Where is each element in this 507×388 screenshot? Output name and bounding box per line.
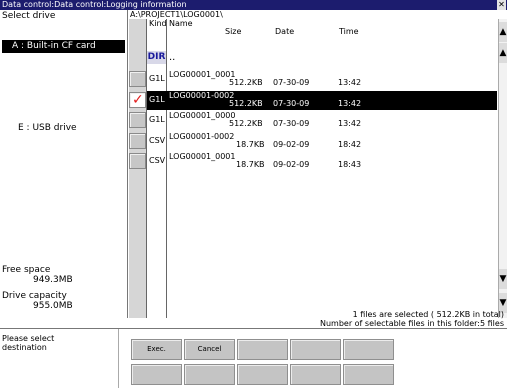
file-size: 18.7KB (236, 140, 265, 149)
selectable-files-summary: Number of selectable files in this folde… (319, 319, 504, 328)
page-up-icon[interactable]: ▲ (499, 43, 507, 63)
file-row[interactable]: G1L LOG00001_0000 512.2KB 07-30-09 13:42 (129, 111, 497, 130)
file-size: 18.7KB (236, 160, 265, 169)
drive-e-button[interactable]: E : USB drive (18, 123, 77, 133)
select-drive-label: Select drive (2, 11, 56, 21)
function-button-10[interactable] (343, 364, 394, 385)
file-name: LOG00001_0001 (169, 152, 236, 161)
file-date: 09-02-09 (273, 160, 310, 169)
file-list-scrollbar[interactable]: ▲ ▲ ▼ ▼ (498, 19, 507, 318)
page-down-icon[interactable]: ▼ (499, 269, 507, 289)
file-size: 512.2KB (229, 99, 263, 108)
function-button-7[interactable] (184, 364, 235, 385)
exec-button[interactable]: Exec. (131, 339, 182, 360)
function-button-3[interactable] (237, 339, 288, 360)
file-kind: CSV (149, 156, 166, 165)
file-checkbox[interactable] (129, 133, 146, 149)
file-name: LOG00001-0002 (169, 91, 235, 100)
title-bar: Data control:Data control:Logging inform… (0, 0, 507, 10)
drive-panel: Select drive A : Built-in CF card E : US… (0, 10, 128, 318)
file-row[interactable]: CSV LOG00001_0001 18.7KB 09-02-09 18:43 (129, 152, 497, 171)
file-name: LOG00001-0002 (169, 132, 235, 141)
file-kind: G1L (149, 115, 165, 124)
function-button-8[interactable] (237, 364, 288, 385)
file-kind: G1L (149, 95, 165, 104)
file-time: 13:42 (338, 99, 362, 108)
file-name: LOG00001_0000 (169, 111, 236, 120)
file-size: 512.2KB (229, 119, 263, 128)
file-time: 13:42 (338, 119, 362, 128)
cancel-button[interactable]: Cancel (184, 339, 235, 360)
file-date: 07-30-09 (273, 119, 310, 128)
file-date: 07-30-09 (273, 78, 310, 87)
file-time: 13:42 (338, 78, 362, 87)
file-time: 18:43 (338, 160, 362, 169)
header-name: Name (169, 19, 193, 28)
drive-capacity-label: Drive capacity (2, 291, 67, 301)
parent-directory-row[interactable]: DIR .. (147, 51, 497, 64)
close-icon[interactable]: ✕ (497, 0, 506, 10)
dir-kind-label: DIR (147, 51, 166, 64)
file-kind: G1L (149, 74, 165, 83)
file-row[interactable]: CSV LOG00001-0002 18.7KB 09-02-09 18:42 (129, 132, 497, 151)
file-checkbox[interactable] (129, 153, 146, 169)
file-row[interactable]: G1L LOG00001_0001 512.2KB 07-30-09 13:42 (129, 70, 497, 89)
parent-directory-name: .. (169, 52, 176, 63)
drive-capacity-value: 955.0MB (33, 301, 73, 311)
drive-a-button[interactable]: A : Built-in CF card (2, 40, 125, 53)
function-button-5[interactable] (343, 339, 394, 360)
selected-files-summary: 1 files are selected ( 512.2KB in total) (352, 310, 504, 319)
function-button-4[interactable] (290, 339, 341, 360)
window-title: Data control:Data control:Logging inform… (2, 0, 187, 9)
header-size: Size (225, 27, 242, 36)
file-date: 07-30-09 (273, 99, 310, 108)
function-button-9[interactable] (290, 364, 341, 385)
function-button-6[interactable] (131, 364, 182, 385)
operation-area: Please select destination Exec. Cancel (0, 328, 507, 388)
file-checkbox[interactable] (129, 112, 146, 128)
scroll-up-icon[interactable]: ▲ (499, 22, 507, 42)
free-space-label: Free space (2, 265, 51, 275)
selection-status: 1 files are selected ( 512.2KB in total)… (129, 310, 507, 328)
file-name: LOG00001_0001 (169, 70, 236, 79)
file-checkbox[interactable] (129, 71, 146, 87)
file-kind: CSV (149, 136, 166, 145)
guide-message: Please select destination (2, 334, 55, 352)
check-mark-icon: ✓ (132, 92, 144, 108)
guide-divider (118, 329, 119, 388)
header-kind: Kind (149, 19, 167, 28)
file-checkbox-checked[interactable]: ✓ (129, 92, 146, 108)
header-date: Date (275, 27, 295, 36)
free-space-value: 949.3MB (33, 275, 73, 285)
file-list: Kind Name Size Date Time DIR .. G1L LOG0… (129, 19, 497, 318)
file-time: 18:42 (338, 140, 362, 149)
file-size: 512.2KB (229, 78, 263, 87)
file-date: 09-02-09 (273, 140, 310, 149)
header-time: Time (339, 27, 359, 36)
current-path: A:\PROJECT1\LOG0001\ (130, 10, 223, 19)
file-row-selected[interactable]: ✓ G1L LOG00001-0002 512.2KB 07-30-09 13:… (129, 91, 497, 110)
